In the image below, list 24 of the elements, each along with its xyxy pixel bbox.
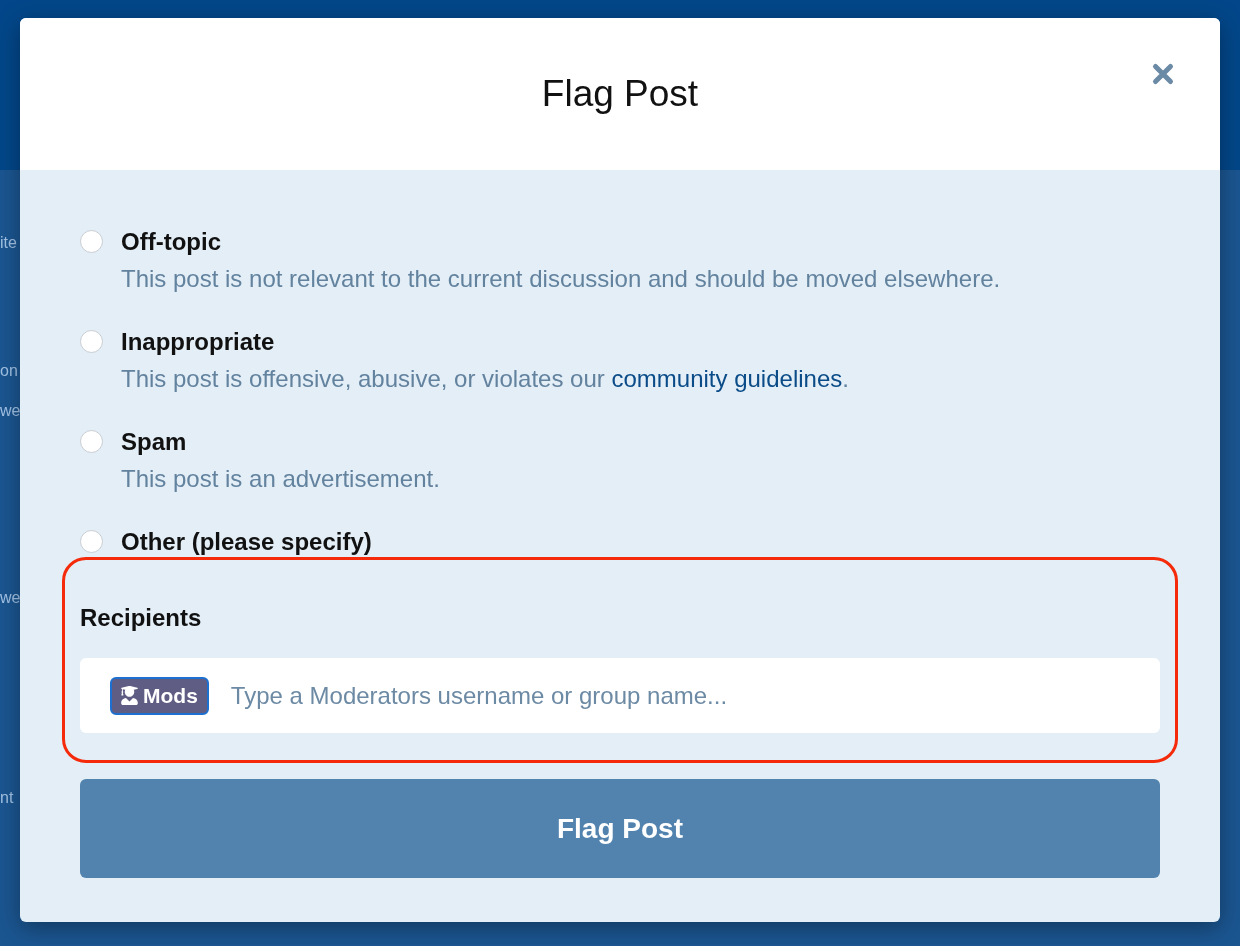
group-token[interactable]: Mods	[110, 676, 209, 715]
option-label[interactable]: Other (please specify)	[121, 527, 372, 557]
dialog-title: Flag Post	[541, 72, 699, 116]
option-description: This post is an advertisement.	[121, 464, 440, 494]
close-icon[interactable]	[1151, 62, 1175, 86]
radio-button[interactable]	[80, 230, 103, 253]
background-text-fragment: we	[0, 588, 21, 608]
flag-post-button[interactable]: Flag Post	[80, 779, 1160, 878]
background-text-fragment: ite	[0, 233, 17, 253]
recipients-field[interactable]: Mods Type a Moderators username or group name...	[80, 658, 1160, 733]
graduate-user-icon	[121, 686, 138, 705]
background-text-fragment: on	[0, 361, 18, 381]
background-text-fragment: we	[0, 401, 21, 421]
option-label[interactable]: Spam	[121, 427, 187, 457]
option-description: This post is offensive, abusive, or violates our community guidelines.	[121, 364, 849, 394]
background-text-fragment: nt	[0, 788, 14, 808]
recipients-label: Recipients	[80, 603, 202, 633]
option-description: This post is not relevant to the current discussion and should be moved elsewhere.	[121, 264, 1001, 294]
option-label[interactable]: Inappropriate	[121, 327, 275, 357]
guidelines-link[interactable]: community guidelines	[611, 365, 843, 392]
radio-button[interactable]	[80, 330, 103, 353]
radio-button[interactable]	[80, 530, 103, 553]
radio-button[interactable]	[80, 430, 103, 453]
option-label[interactable]: Off-topic	[121, 227, 221, 257]
